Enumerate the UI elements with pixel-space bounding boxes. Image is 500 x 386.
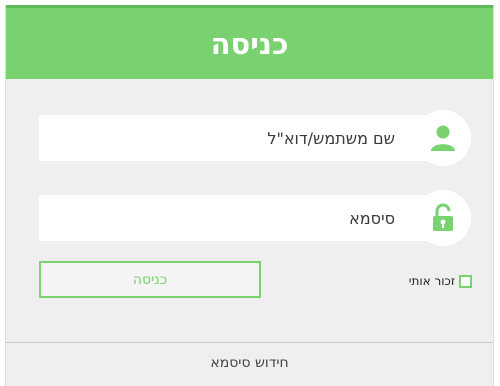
login-panel: כניסה כניסה זכור אותי חידוש סיסמ (5, 5, 494, 386)
unlock-icon (415, 190, 471, 246)
forgot-password-label: חידוש סיסמא (210, 355, 289, 371)
password-input[interactable] (39, 195, 395, 241)
page-title: כניסה (210, 26, 289, 61)
login-button[interactable]: כניסה (39, 261, 261, 298)
remember-me[interactable]: זכור אותי (409, 274, 472, 288)
password-field-container (39, 190, 471, 246)
user-icon (415, 110, 471, 166)
login-button-label: כניסה (132, 271, 168, 288)
forgot-password-link[interactable]: חידוש סיסמא (6, 355, 493, 371)
remember-me-checkbox[interactable] (459, 274, 472, 288)
remember-me-label: זכור אותי (408, 274, 455, 288)
username-field-container (39, 110, 471, 166)
divider (6, 342, 493, 343)
username-input[interactable] (39, 115, 395, 161)
login-header: כניסה (6, 5, 493, 79)
